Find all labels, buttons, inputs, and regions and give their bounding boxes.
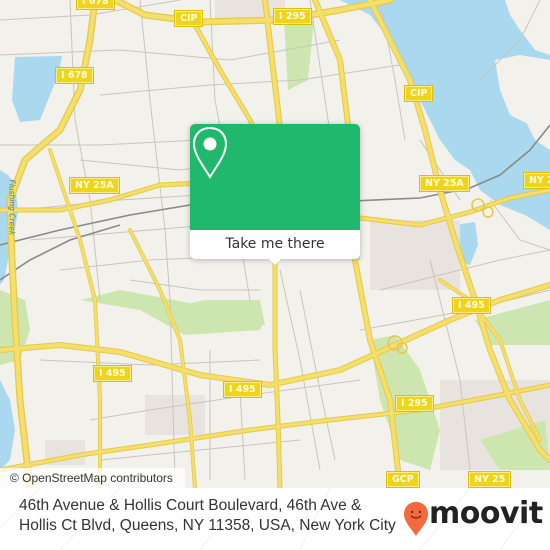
route-shield: NY 25A [420,176,469,191]
route-shield: I 295 [274,9,311,24]
water-lake-bottomleft [0,380,15,470]
location-address: 46th Avenue & Hollis Court Boulevard, 46… [19,497,396,534]
route-shield: CIP [175,11,203,26]
map-attribution[interactable]: © OpenStreetMap contributors [0,468,185,488]
take-me-there-button[interactable]: Take me there [190,230,360,259]
moovit-wordmark: moovit [429,496,543,531]
route-shield: I 495 [224,382,261,397]
residential-area [145,395,205,435]
water-pond-left [12,56,62,122]
moovit-logo-icon [404,502,428,536]
map-view[interactable]: Flushing Creek I 678 CIP I 295 I 678 CIP… [0,0,550,488]
route-shield: NY 25 [524,173,550,188]
route-shield: I 495 [94,366,131,381]
route-shield: I 295 [396,396,433,411]
route-shield: GCP [387,472,419,487]
water-label: Flushing Creek [7,179,17,236]
park [284,20,314,90]
footer: 46th Avenue & Hollis Court Boulevard, 46… [0,488,550,550]
popup-header [190,124,360,230]
route-shield: NY 25 [469,472,511,487]
residential-area [370,220,460,290]
route-shield: CIP [405,86,433,101]
route-shield: I 678 [56,68,93,83]
location-popup: Take me there [190,124,360,265]
map-pin-icon [192,126,228,179]
route-shield: NY 25A [70,178,119,193]
popup-pointer [268,258,282,265]
moovit-brand[interactable]: moovit [403,496,543,539]
route-shield: I 678 [77,0,114,9]
route-shield: I 495 [453,298,490,313]
